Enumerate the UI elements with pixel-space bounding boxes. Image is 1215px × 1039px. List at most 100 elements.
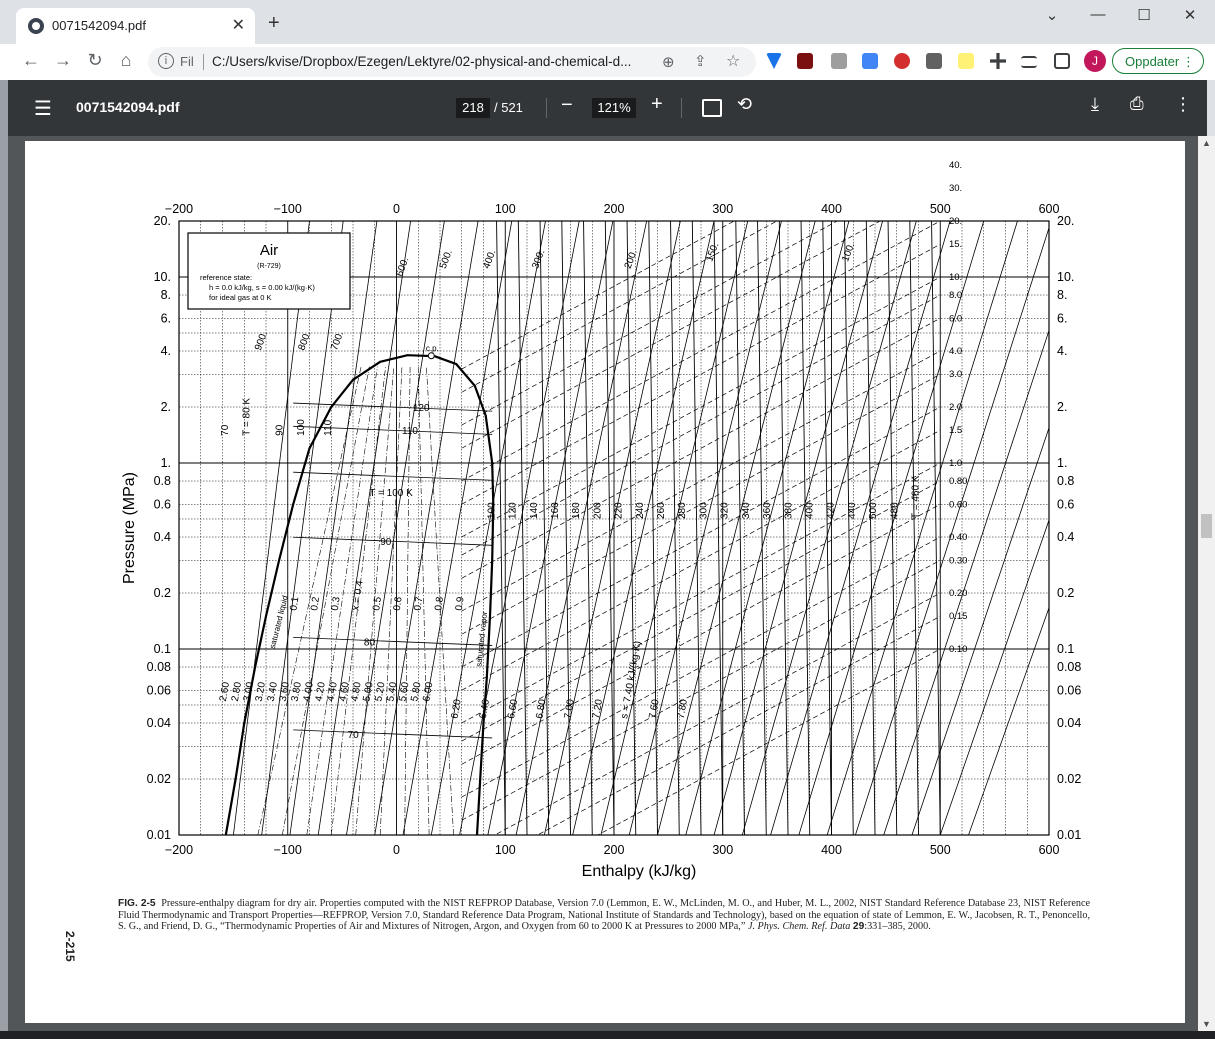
y-tick-label-right: 4. — [1057, 344, 1067, 358]
browser-tab[interactable]: 0071542094.pdf ✕ — [16, 8, 255, 44]
temperature-label: 280 — [677, 502, 688, 519]
maximize-button[interactable]: ☐ — [1124, 6, 1164, 24]
density-label: 0.40 — [949, 532, 968, 543]
temperature-label: 500 — [868, 502, 879, 519]
update-label: Oppdater — [1125, 54, 1180, 69]
x-tick-label-top: 0 — [393, 202, 400, 216]
temperature-label: 180 — [571, 502, 582, 519]
extension-puzzle-icon[interactable] — [831, 53, 847, 69]
temperature-label: T = 460 K — [911, 475, 922, 519]
reading-list-icon[interactable] — [1021, 56, 1037, 68]
caption-pages: :331–385, 2000. — [864, 921, 931, 933]
density-label: 6.0 — [949, 313, 962, 324]
extension-h-icon[interactable] — [797, 53, 813, 69]
side-panel-icon[interactable] — [1054, 53, 1070, 69]
bookmark-star-icon[interactable]: ☆ — [726, 51, 740, 71]
temperature-line — [822, 221, 832, 835]
y-tick-label-left: 1. — [161, 456, 171, 470]
density-top-label: 400. — [481, 248, 498, 270]
temperature-line — [778, 221, 789, 835]
caption-volume: 29 — [852, 921, 865, 933]
density-label: 0.60 — [949, 499, 968, 510]
extension-play-icon[interactable] — [894, 53, 910, 69]
print-icon[interactable]: ⎙ — [1130, 94, 1144, 114]
y-tick-label-right: 8. — [1057, 288, 1067, 302]
zoom-out-button[interactable]: − — [561, 94, 573, 117]
density-top-label: 600. — [394, 256, 411, 278]
zoom-level-input[interactable]: 121% — [592, 98, 636, 118]
scrollbar-thumb[interactable] — [1201, 514, 1212, 538]
extension-heart-icon[interactable] — [766, 53, 782, 69]
x-tick-label-bottom: 200 — [604, 843, 625, 857]
temperature-label: 420 — [826, 502, 837, 519]
forward-button[interactable]: → — [50, 50, 76, 71]
temperature-label: 360 — [762, 502, 773, 519]
share-icon[interactable]: ⇪ — [694, 52, 707, 70]
density-label: 30. — [949, 183, 962, 194]
address-bar[interactable]: i Fil C:/Users/kvise/Dropbox/Ezegen/Lekt… — [148, 47, 756, 77]
dome-isotherm — [293, 729, 493, 739]
y-tick-label-left: 20. — [154, 214, 171, 228]
extension-square-icon[interactable] — [926, 53, 942, 69]
scheme-label: Fil — [180, 54, 194, 69]
extension-note-icon[interactable] — [958, 53, 974, 69]
close-window-button[interactable]: ✕ — [1170, 6, 1210, 24]
download-icon[interactable]: ⤓ — [1091, 94, 1099, 115]
browser-toolbar: ← → ↻ ⌂ i Fil C:/Users/kvise/Dropbox/Eze… — [0, 44, 1215, 80]
page-number-input[interactable]: 218 — [456, 98, 490, 118]
update-button[interactable]: Oppdater ⋮ — [1112, 48, 1204, 74]
y-tick-label-right: 0.08 — [1057, 660, 1081, 674]
entropy-label: 7.60 — [647, 698, 661, 720]
new-tab-button[interactable]: + — [268, 12, 280, 35]
critical-point — [427, 352, 435, 360]
y-tick-label-right: 6. — [1057, 311, 1067, 325]
zoom-in-button[interactable]: + — [651, 93, 663, 116]
hamburger-menu-icon[interactable]: ☰ — [34, 96, 52, 121]
more-actions-icon[interactable]: ⋮ — [1174, 94, 1192, 115]
y-tick-label-right: 0.1 — [1057, 642, 1074, 656]
entropy-line — [261, 221, 344, 835]
minimize-button[interactable]: — — [1078, 6, 1118, 23]
y-tick-label-left: 0.04 — [147, 716, 171, 730]
y-tick-label-left: 0.06 — [147, 683, 171, 697]
legend-box: Air (R-729) reference state: h = 0.0 kJ/… — [187, 232, 351, 310]
entropy-label: 6.00 — [421, 681, 435, 703]
dome-temperature-label: 80 — [364, 637, 376, 648]
url-text[interactable]: C:/Users/kvise/Dropbox/Ezegen/Lektyre/02… — [212, 54, 631, 69]
extension-translate-icon[interactable] — [862, 53, 878, 69]
scroll-up-icon[interactable]: ▲ — [1202, 138, 1211, 148]
site-info-icon[interactable]: i — [158, 53, 174, 69]
entropy-line — [770, 221, 951, 835]
profile-avatar[interactable]: J — [1084, 50, 1106, 72]
temperature-label: 120 — [508, 502, 519, 519]
fit-to-page-icon[interactable] — [702, 99, 722, 117]
saturated-liquid-label: saturated liquid — [268, 595, 290, 650]
home-button[interactable]: ⌂ — [113, 50, 139, 71]
temperature-label: 320 — [720, 502, 731, 519]
tab-search-button[interactable]: ⌄ — [1032, 6, 1072, 24]
figure-number: FIG. 2-5 — [118, 898, 156, 909]
y-tick-label-left: 8. — [161, 288, 171, 302]
quality-label: 0.5 — [371, 596, 384, 612]
temperature-label: 240 — [635, 502, 646, 519]
entropy-line — [911, 426, 1049, 835]
entropy-label: 7.20 — [591, 698, 605, 720]
extensions-icon[interactable] — [990, 53, 1006, 69]
temperature-label: 480 — [889, 502, 900, 519]
zoom-icon[interactable]: ⊕ — [662, 53, 675, 71]
reload-button[interactable]: ↻ — [82, 50, 108, 71]
rotate-icon[interactable]: ⟲ — [737, 94, 752, 115]
temperature-line — [713, 221, 724, 835]
x-tick-label-bottom: 600 — [1039, 843, 1060, 857]
y-tick-label-left: 10. — [154, 270, 171, 284]
entropy-line — [939, 518, 1049, 835]
page-number-label: 2-215 — [63, 931, 77, 962]
back-button[interactable]: ← — [18, 50, 44, 71]
y-tick-label-right: 0.04 — [1057, 716, 1081, 730]
scroll-down-icon[interactable]: ▼ — [1202, 1019, 1211, 1029]
vertical-scrollbar[interactable]: ▲ ▼ — [1198, 136, 1215, 1031]
temperature-line — [691, 221, 702, 835]
density-label: 0.10 — [949, 644, 968, 655]
dome-temperature-label: 70 — [348, 730, 360, 741]
tab-close-button[interactable]: ✕ — [232, 15, 245, 35]
